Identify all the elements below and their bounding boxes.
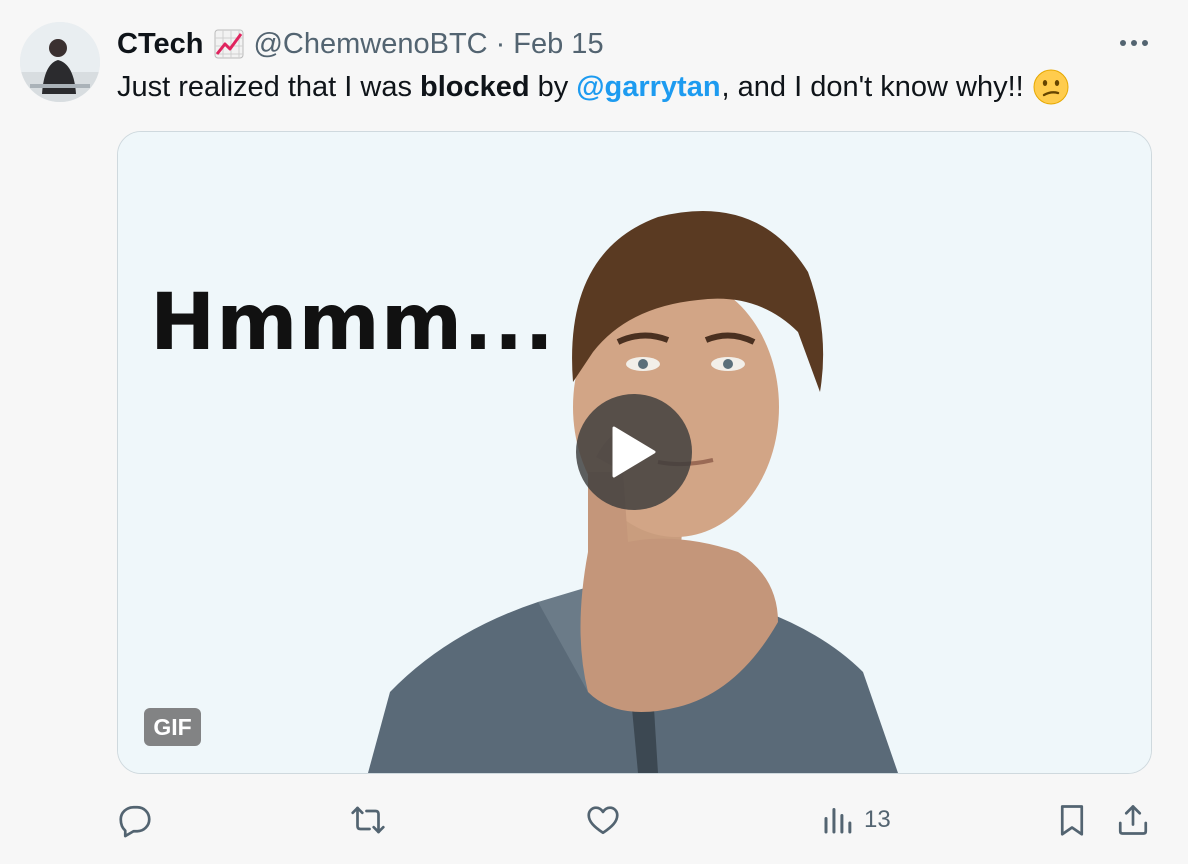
like-button[interactable] xyxy=(585,795,621,845)
views-button[interactable]: 13 xyxy=(820,795,891,845)
display-name[interactable]: CTech xyxy=(117,28,203,61)
more-dots-icon xyxy=(1120,40,1148,46)
tweet-text-part2: by xyxy=(537,70,569,103)
separator: · xyxy=(495,27,506,60)
play-button[interactable] xyxy=(576,394,692,510)
avatar-photo xyxy=(20,22,100,102)
chart-increasing-icon xyxy=(213,28,245,60)
more-options-button[interactable] xyxy=(1112,28,1156,58)
tweet-header: CTech @ChemwenoBTC · Feb 15 xyxy=(117,24,604,64)
gif-badge: GIF xyxy=(144,708,201,746)
gif-caption-text: Hmmm... xyxy=(150,278,555,368)
author-handle[interactable]: @ChemwenoBTC xyxy=(253,28,487,61)
reply-button[interactable] xyxy=(117,795,153,845)
share-icon xyxy=(1118,805,1148,835)
tweet-text-part1: Just realized that I was xyxy=(117,70,412,103)
repost-button[interactable] xyxy=(350,795,386,845)
tweet-card[interactable]: CTech @ChemwenoBTC · Feb 15 Just realize… xyxy=(0,0,1188,864)
tweet-text-part3: , and I don't know why!! xyxy=(721,70,1024,103)
avatar[interactable] xyxy=(20,22,100,102)
play-icon xyxy=(612,426,656,478)
action-bar: 13 xyxy=(0,795,1188,845)
views-count: 13 xyxy=(864,806,891,833)
gif-media[interactable]: Hmmm... GIF xyxy=(117,131,1152,774)
heart-icon xyxy=(587,806,619,835)
bookmark-button[interactable] xyxy=(1054,795,1090,845)
bookmark-icon xyxy=(1060,805,1084,836)
tweet-text: Just realized that I was blocked by @gar… xyxy=(117,66,1070,108)
share-button[interactable] xyxy=(1115,795,1151,845)
tweet-date[interactable]: Feb 15 xyxy=(513,28,603,61)
repost-icon xyxy=(351,806,385,834)
tweet-text-bold: blocked xyxy=(419,70,530,103)
mention-link[interactable]: @garrytan xyxy=(576,71,720,104)
analytics-icon xyxy=(824,808,852,834)
reply-icon xyxy=(119,805,151,838)
confused-face-icon xyxy=(1032,68,1070,106)
